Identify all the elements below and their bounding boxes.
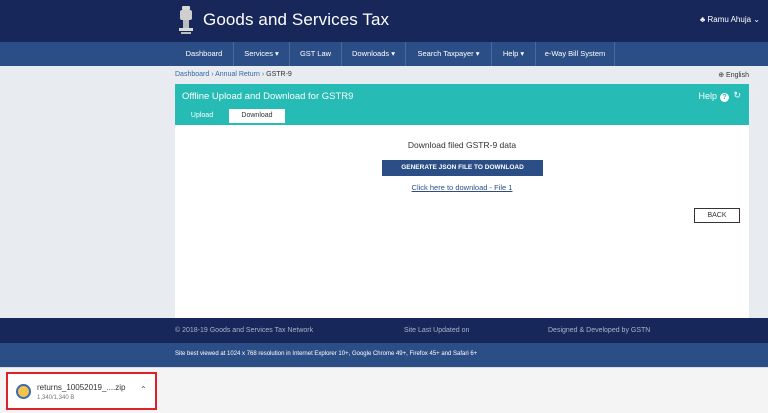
site-title[interactable]: Goods and Services Tax	[203, 10, 389, 30]
panel-body: Download filed GSTR-9 data GENERATE JSON…	[175, 125, 749, 318]
download-heading: Download filed GSTR-9 data	[407, 140, 517, 150]
generate-json-button[interactable]: GENERATE JSON FILE TO DOWNLOAD	[382, 160, 543, 176]
footer-last-updated: Site Last Updated on	[404, 327, 470, 334]
browser-download-shelf: returns_10052019_....zip 1,340/1,340 B ⌃	[0, 367, 768, 413]
nav-help[interactable]: Help ▾	[492, 42, 535, 66]
panel-title: Offline Upload and Download for GSTR9	[182, 91, 354, 102]
top-banner: Goods and Services Tax ♣ Ramu Ahuja ⌄	[0, 0, 768, 42]
footer-bottom: Site best viewed at 1024 x 768 resolutio…	[0, 343, 768, 367]
breadcrumb: Dashboard › Annual Return › GSTR-9	[175, 71, 292, 78]
user-menu[interactable]: ♣ Ramu Ahuja ⌄	[700, 15, 760, 24]
nav-search-taxpayer[interactable]: Search Taxpayer ▾	[406, 42, 491, 66]
chevron-up-icon[interactable]: ⌃	[140, 385, 147, 394]
nav-divider	[614, 42, 615, 66]
panel-header: Offline Upload and Download for GSTR9 He…	[175, 84, 749, 125]
nav-services[interactable]: Services ▾	[234, 42, 289, 66]
downloaded-file-name: returns_10052019_....zip	[37, 383, 126, 392]
breadcrumb-separator: ›	[261, 71, 265, 78]
national-emblem-icon	[179, 6, 193, 34]
nav-dashboard[interactable]: Dashboard	[175, 42, 233, 66]
left-gutter	[0, 66, 175, 318]
zip-file-icon	[16, 384, 31, 399]
footer-best-view: Site best viewed at 1024 x 768 resolutio…	[175, 351, 478, 357]
footer-designed-by: Designed & Developed by GSTN	[548, 327, 651, 334]
language-selector[interactable]: ⊕ English	[718, 71, 749, 79]
tab-upload[interactable]: Upload	[175, 109, 229, 125]
refresh-icon[interactable]: ↻	[733, 90, 741, 101]
back-button[interactable]: BACK	[694, 208, 740, 223]
help-label: Help	[698, 91, 717, 101]
help-link[interactable]: Help?	[698, 91, 729, 102]
footer-top: © 2018-19 Goods and Services Tax Network…	[0, 318, 768, 343]
main-nav: Dashboard Services ▾ GST Law Downloads ▾…	[0, 42, 768, 66]
breadcrumb-dashboard[interactable]: Dashboard	[175, 71, 209, 78]
breadcrumb-separator: ›	[211, 71, 214, 78]
footer-copyright: © 2018-19 Goods and Services Tax Network	[175, 327, 314, 334]
downloaded-file-size: 1,340/1,340 B	[37, 395, 75, 401]
right-gutter	[749, 66, 768, 318]
breadcrumb-annual-return[interactable]: Annual Return	[215, 71, 260, 78]
breadcrumb-current: GSTR-9	[266, 71, 292, 78]
breadcrumb-bar: Dashboard › Annual Return › GSTR-9 ⊕ Eng…	[175, 66, 749, 84]
downloaded-file-item[interactable]: returns_10052019_....zip 1,340/1,340 B ⌃	[6, 372, 157, 410]
tab-download[interactable]: Download	[229, 109, 285, 125]
help-icon: ?	[720, 93, 729, 102]
nav-gst-law[interactable]: GST Law	[290, 42, 341, 66]
nav-eway-bill[interactable]: e-Way Bill System	[536, 42, 614, 66]
download-file-link[interactable]: Click here to download - File 1	[175, 183, 749, 192]
nav-downloads[interactable]: Downloads ▾	[342, 42, 405, 66]
